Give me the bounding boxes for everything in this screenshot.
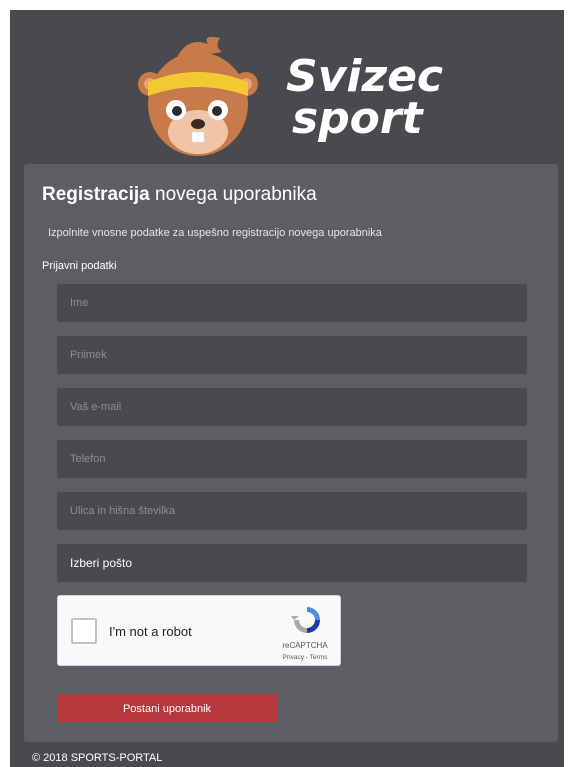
phone-input[interactable]: Telefon [57, 440, 527, 478]
recaptcha-widget: I'm not a robot reCAPTCHA Privacy - Term… [57, 595, 341, 666]
recaptcha-checkbox[interactable] [71, 618, 97, 644]
recaptcha-label: I'm not a robot [109, 624, 192, 639]
recaptcha-links[interactable]: Privacy - Terms [273, 654, 337, 661]
footer-copyright: © 2018 SPORTS-PORTAL [32, 752, 163, 764]
form-subtitle: Izpolnite vnosne podatke za uspešno regi… [48, 227, 382, 239]
brand-line-2: sport [292, 93, 423, 144]
section-label: Prijavni podatki [42, 260, 117, 272]
recaptcha-brand: reCAPTCHA [282, 641, 328, 650]
page-title: Registracija novega uporabnika [42, 184, 317, 206]
recaptcha-logo-icon [291, 607, 320, 633]
email-input[interactable]: Vaš e-mail [57, 388, 527, 426]
title-bold: Registracija [42, 184, 150, 205]
page: Svizec sport Registracija novega uporabn… [10, 10, 564, 767]
registration-panel: Registracija novega uporabnika Izpolnite… [24, 164, 558, 742]
brand-name: Svizec sport [286, 51, 443, 144]
post-office-select[interactable]: Izberi pošto [57, 544, 527, 582]
register-button[interactable]: Postani uporabnik [57, 694, 277, 722]
brand-line-1: Svizec [286, 51, 443, 102]
title-rest: novega uporabnika [155, 184, 317, 205]
street-input[interactable]: Ulica in hišna številka [57, 492, 527, 530]
site-logo[interactable]: Svizec sport [136, 32, 446, 172]
last-name-input[interactable]: Priimek [57, 336, 527, 374]
first-name-input[interactable]: Ime [57, 284, 527, 322]
